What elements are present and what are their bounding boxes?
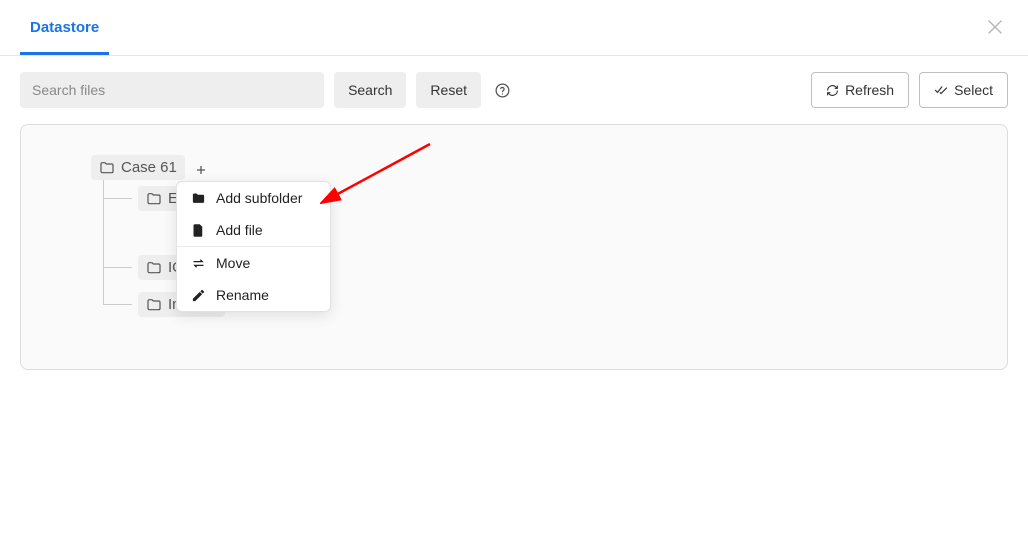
tabs-row: Datastore (0, 0, 1028, 56)
search-button[interactable]: Search (334, 72, 406, 108)
folder-case61[interactable]: Case 61 (91, 155, 185, 180)
refresh-label: Refresh (845, 82, 894, 98)
menu-item-label: Add subfolder (216, 190, 302, 206)
menu-item-label: Move (216, 255, 250, 271)
context-menu: Add subfolder Add file Move Rename (176, 181, 331, 312)
tab-datastore[interactable]: Datastore (20, 1, 109, 55)
refresh-icon (826, 84, 839, 97)
menu-item-label: Rename (216, 287, 269, 303)
reset-button[interactable]: Reset (416, 72, 481, 108)
folder-icon (146, 297, 162, 313)
tree-panel: Case 61 Ev (20, 124, 1008, 370)
pencil-icon (191, 288, 206, 303)
menu-item-move[interactable]: Move (177, 247, 330, 279)
datastore-modal: Datastore Search Reset Refresh (0, 0, 1028, 554)
folder-icon (146, 191, 162, 207)
menu-item-add-subfolder[interactable]: Add subfolder (177, 182, 330, 214)
menu-item-label: Add file (216, 222, 263, 238)
menu-item-add-file[interactable]: Add file (177, 214, 330, 246)
plus-icon (195, 164, 207, 176)
help-icon[interactable] (493, 81, 511, 99)
swap-icon (191, 256, 206, 271)
add-button-root[interactable] (191, 160, 211, 180)
select-button[interactable]: Select (919, 72, 1008, 108)
file-solid-icon (191, 223, 206, 238)
folder-icon (99, 160, 115, 176)
folder-solid-icon (191, 191, 206, 206)
folder-label: Case 61 (121, 159, 177, 176)
close-icon[interactable] (984, 16, 1006, 38)
refresh-button[interactable]: Refresh (811, 72, 909, 108)
toolbar: Search Reset Refresh Select (0, 56, 1028, 124)
search-input[interactable] (20, 72, 324, 108)
check-all-icon (934, 83, 948, 97)
folder-icon (146, 260, 162, 276)
menu-item-rename[interactable]: Rename (177, 279, 330, 311)
select-label: Select (954, 82, 993, 98)
